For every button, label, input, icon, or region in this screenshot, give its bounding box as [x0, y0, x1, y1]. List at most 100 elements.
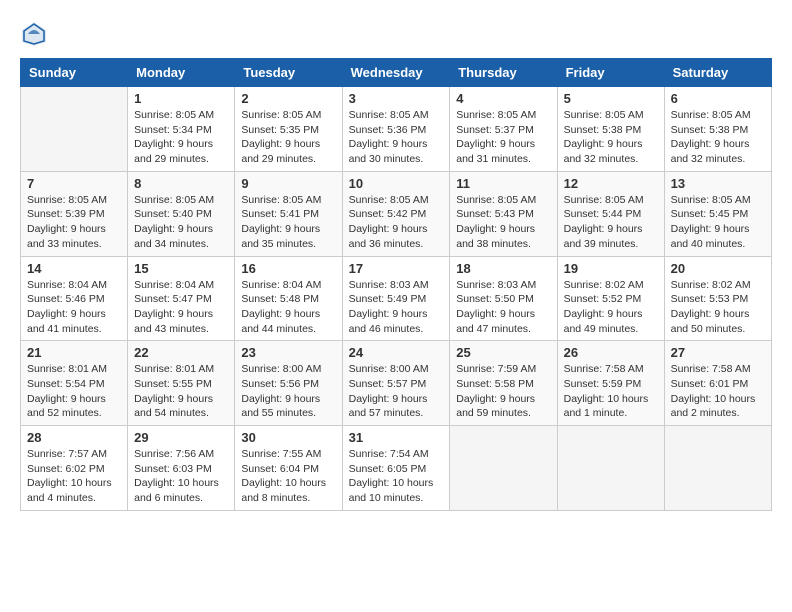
weekday-header-thursday: Thursday	[450, 59, 557, 87]
calendar-week-1: 1 Sunrise: 8:05 AMSunset: 5:34 PMDaylight…	[21, 87, 772, 172]
day-number: 12	[564, 176, 658, 191]
calendar-cell: 6Sunrise: 8:05 AMSunset: 5:38 PMDaylight…	[664, 87, 771, 172]
day-number: 29	[134, 430, 228, 445]
calendar-cell: 29 Sunrise: 7:56 AMSunset: 6:03 PMDayligh…	[128, 426, 235, 511]
day-info: Sunrise: 8:05 AMSunset: 5:38 PMDaylight:…	[564, 108, 658, 167]
calendar-cell: 14 Sunrise: 8:04 AMSunset: 5:46 PMDayligh…	[21, 256, 128, 341]
calendar-cell: 16 Sunrise: 8:04 AMSunset: 5:48 PMDayligh…	[235, 256, 342, 341]
calendar-cell: 22 Sunrise: 8:01 AMSunset: 5:55 PMDayligh…	[128, 341, 235, 426]
day-number: 10	[349, 176, 444, 191]
day-number: 11	[456, 176, 550, 191]
calendar-cell: 8 Sunrise: 8:05 AMSunset: 5:40 PMDaylight…	[128, 171, 235, 256]
day-info: Sunrise: 8:00 AMSunset: 5:57 PMDaylight:…	[349, 362, 444, 421]
calendar-cell: 27 Sunrise: 7:58 AMSunset: 6:01 PMDayligh…	[664, 341, 771, 426]
day-info: Sunrise: 8:05 AMSunset: 5:35 PMDaylight:…	[241, 108, 335, 167]
day-number: 31	[349, 430, 444, 445]
day-number: 15	[134, 261, 228, 276]
day-info: Sunrise: 8:04 AMSunset: 5:48 PMDaylight:…	[241, 278, 335, 337]
day-info: Sunrise: 8:00 AMSunset: 5:56 PMDaylight:…	[241, 362, 335, 421]
calendar-cell: 3 Sunrise: 8:05 AMSunset: 5:36 PMDaylight…	[342, 87, 450, 172]
day-number: 9	[241, 176, 335, 191]
calendar-week-3: 14 Sunrise: 8:04 AMSunset: 5:46 PMDayligh…	[21, 256, 772, 341]
day-number: 21	[27, 345, 121, 360]
calendar-header: SundayMondayTuesdayWednesdayThursdayFrid…	[21, 59, 772, 87]
day-number: 30	[241, 430, 335, 445]
day-number: 3	[349, 91, 444, 106]
calendar-cell: 4 Sunrise: 8:05 AMSunset: 5:37 PMDaylight…	[450, 87, 557, 172]
day-info: Sunrise: 8:05 AMSunset: 5:36 PMDaylight:…	[349, 108, 444, 167]
day-info: Sunrise: 8:05 AMSunset: 5:37 PMDaylight:…	[456, 108, 550, 167]
day-info: Sunrise: 8:05 AMSunset: 5:41 PMDaylight:…	[241, 193, 335, 252]
day-info: Sunrise: 7:56 AMSunset: 6:03 PMDaylight:…	[134, 447, 228, 506]
day-info: Sunrise: 8:02 AMSunset: 5:53 PMDaylight:…	[671, 278, 765, 337]
calendar-cell: 19Sunrise: 8:02 AMSunset: 5:52 PMDayligh…	[557, 256, 664, 341]
calendar-cell	[21, 87, 128, 172]
calendar-cell: 1 Sunrise: 8:05 AMSunset: 5:34 PMDaylight…	[128, 87, 235, 172]
day-info: Sunrise: 8:05 AMSunset: 5:34 PMDaylight:…	[134, 108, 228, 167]
calendar-cell: 13 Sunrise: 8:05 AMSunset: 5:45 PMDayligh…	[664, 171, 771, 256]
day-info: Sunrise: 8:05 AMSunset: 5:39 PMDaylight:…	[27, 193, 121, 252]
calendar-cell: 11 Sunrise: 8:05 AMSunset: 5:43 PMDayligh…	[450, 171, 557, 256]
day-info: Sunrise: 8:05 AMSunset: 5:45 PMDaylight:…	[671, 193, 765, 252]
day-number: 1	[134, 91, 228, 106]
day-info: Sunrise: 7:54 AMSunset: 6:05 PMDaylight:…	[349, 447, 444, 506]
calendar-cell: 15 Sunrise: 8:04 AMSunset: 5:47 PMDayligh…	[128, 256, 235, 341]
day-info: Sunrise: 8:05 AMSunset: 5:44 PMDaylight:…	[564, 193, 658, 252]
day-number: 13	[671, 176, 765, 191]
calendar-cell: 30 Sunrise: 7:55 AMSunset: 6:04 PMDayligh…	[235, 426, 342, 511]
day-number: 18	[456, 261, 550, 276]
weekday-header-friday: Friday	[557, 59, 664, 87]
calendar-cell: 25 Sunrise: 7:59 AMSunset: 5:58 PMDayligh…	[450, 341, 557, 426]
day-number: 16	[241, 261, 335, 276]
day-number: 14	[27, 261, 121, 276]
day-info: Sunrise: 8:03 AMSunset: 5:49 PMDaylight:…	[349, 278, 444, 337]
calendar-cell: 18 Sunrise: 8:03 AMSunset: 5:50 PMDayligh…	[450, 256, 557, 341]
page-header	[20, 20, 772, 48]
day-number: 6	[671, 91, 765, 106]
day-number: 26	[564, 345, 658, 360]
day-number: 5	[564, 91, 658, 106]
day-info: Sunrise: 7:59 AMSunset: 5:58 PMDaylight:…	[456, 362, 550, 421]
day-number: 24	[349, 345, 444, 360]
day-number: 22	[134, 345, 228, 360]
weekday-header-wednesday: Wednesday	[342, 59, 450, 87]
day-number: 2	[241, 91, 335, 106]
calendar-cell: 17Sunrise: 8:03 AMSunset: 5:49 PMDayligh…	[342, 256, 450, 341]
weekday-header-monday: Monday	[128, 59, 235, 87]
calendar-cell: 2 Sunrise: 8:05 AMSunset: 5:35 PMDaylight…	[235, 87, 342, 172]
day-info: Sunrise: 8:05 AMSunset: 5:43 PMDaylight:…	[456, 193, 550, 252]
day-info: Sunrise: 8:01 AMSunset: 5:55 PMDaylight:…	[134, 362, 228, 421]
day-info: Sunrise: 8:04 AMSunset: 5:47 PMDaylight:…	[134, 278, 228, 337]
weekday-header-sunday: Sunday	[21, 59, 128, 87]
calendar-cell: 5 Sunrise: 8:05 AMSunset: 5:38 PMDaylight…	[557, 87, 664, 172]
logo-icon	[20, 20, 48, 48]
day-info: Sunrise: 8:05 AMSunset: 5:42 PMDaylight:…	[349, 193, 444, 252]
day-number: 27	[671, 345, 765, 360]
calendar-cell	[664, 426, 771, 511]
day-info: Sunrise: 7:58 AMSunset: 5:59 PMDaylight:…	[564, 362, 658, 421]
logo	[20, 20, 52, 48]
day-info: Sunrise: 8:04 AMSunset: 5:46 PMDaylight:…	[27, 278, 121, 337]
day-info: Sunrise: 8:02 AMSunset: 5:52 PMDaylight:…	[564, 278, 658, 337]
day-info: Sunrise: 7:55 AMSunset: 6:04 PMDaylight:…	[241, 447, 335, 506]
calendar-week-2: 7 Sunrise: 8:05 AMSunset: 5:39 PMDaylight…	[21, 171, 772, 256]
calendar-cell: 23Sunrise: 8:00 AMSunset: 5:56 PMDayligh…	[235, 341, 342, 426]
day-info: Sunrise: 8:05 AMSunset: 5:40 PMDaylight:…	[134, 193, 228, 252]
calendar-cell: 26 Sunrise: 7:58 AMSunset: 5:59 PMDayligh…	[557, 341, 664, 426]
calendar-week-4: 21 Sunrise: 8:01 AMSunset: 5:54 PMDayligh…	[21, 341, 772, 426]
calendar-cell: 24 Sunrise: 8:00 AMSunset: 5:57 PMDayligh…	[342, 341, 450, 426]
calendar-week-5: 28Sunrise: 7:57 AMSunset: 6:02 PMDayligh…	[21, 426, 772, 511]
calendar-table: SundayMondayTuesdayWednesdayThursdayFrid…	[20, 58, 772, 511]
calendar-cell: 7 Sunrise: 8:05 AMSunset: 5:39 PMDaylight…	[21, 171, 128, 256]
day-number: 4	[456, 91, 550, 106]
day-number: 25	[456, 345, 550, 360]
day-number: 8	[134, 176, 228, 191]
day-info: Sunrise: 7:57 AMSunset: 6:02 PMDaylight:…	[27, 447, 121, 506]
day-number: 7	[27, 176, 121, 191]
calendar-cell: 28Sunrise: 7:57 AMSunset: 6:02 PMDayligh…	[21, 426, 128, 511]
day-info: Sunrise: 8:03 AMSunset: 5:50 PMDaylight:…	[456, 278, 550, 337]
day-info: Sunrise: 7:58 AMSunset: 6:01 PMDaylight:…	[671, 362, 765, 421]
day-info: Sunrise: 8:01 AMSunset: 5:54 PMDaylight:…	[27, 362, 121, 421]
calendar-cell: 20Sunrise: 8:02 AMSunset: 5:53 PMDayligh…	[664, 256, 771, 341]
calendar-cell: 9 Sunrise: 8:05 AMSunset: 5:41 PMDaylight…	[235, 171, 342, 256]
